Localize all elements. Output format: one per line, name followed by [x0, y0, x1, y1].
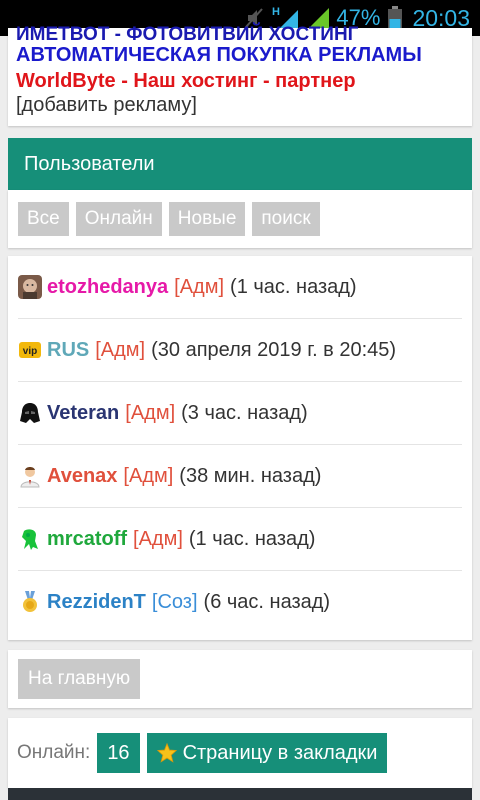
- bookmark-label: Страницу в закладки: [182, 742, 378, 764]
- user-role: [Адм]: [174, 275, 225, 298]
- user-last-seen: (38 мин. назад): [179, 464, 322, 487]
- list-item: Veteran [Адм] (3 час. назад): [18, 382, 462, 445]
- user-role: [Соз]: [151, 590, 198, 613]
- user-nick[interactable]: etozhedanya: [47, 276, 168, 299]
- users-section-title: Пользователи: [8, 138, 472, 190]
- ad-link-worldbyte[interactable]: WorldByte - Наш хостинг - партнер: [16, 70, 356, 93]
- user-nick[interactable]: Veteran: [47, 402, 119, 425]
- user-nick[interactable]: RezzidenT: [47, 591, 146, 614]
- users-list: etozhedanya [Адм] (1 час. назад) vip RUS…: [8, 256, 472, 640]
- home-button[interactable]: На главную: [18, 659, 141, 699]
- home-card: На главную: [8, 650, 472, 708]
- svg-text:vip: vip: [23, 346, 37, 357]
- user-last-seen: (1 час. назад): [188, 527, 316, 550]
- user-last-seen: (1 час. назад): [230, 275, 357, 298]
- tab-new[interactable]: Новые: [168, 202, 246, 236]
- online-card: Онлайн: 16 Страницу в закладки: [8, 718, 472, 788]
- network-type: H: [272, 6, 280, 18]
- ad-link-auto-buy[interactable]: АВТОМАТИЧЕСКАЯ ПОКУПКА РЕКЛАМЫ: [16, 44, 422, 67]
- user-nick[interactable]: mrcatoff: [47, 528, 127, 551]
- bookmark-button[interactable]: Страницу в закладки: [146, 733, 388, 773]
- user-nick[interactable]: Avenax: [47, 465, 117, 488]
- battery-icon: [388, 6, 403, 30]
- user-last-seen: (3 час. назад): [181, 401, 308, 424]
- online-label: Онлайн:: [17, 742, 91, 763]
- tab-search[interactable]: поиск: [252, 202, 320, 236]
- vip-icon: vip: [18, 338, 42, 362]
- user-role: [Адм]: [125, 401, 176, 424]
- list-item: mrcatoff [Адм] (1 час. назад): [18, 508, 462, 571]
- users-tabs: Все Онлайн Новые поиск: [8, 190, 472, 248]
- alien-icon: [18, 527, 42, 551]
- footer-bar: [8, 788, 472, 800]
- user-role: [Адм]: [123, 464, 174, 487]
- user-last-seen: (30 апреля 2019 г. в 20:45): [151, 338, 397, 361]
- medal-icon: [18, 590, 42, 614]
- star-icon: [156, 743, 177, 763]
- avatar-face-icon: [18, 275, 42, 299]
- user-role: [Адм]: [95, 338, 146, 361]
- list-item: RezzidenT [Соз] (6 час. назад): [18, 571, 462, 633]
- tab-all[interactable]: Все: [18, 202, 69, 236]
- tab-online[interactable]: Онлайн: [75, 202, 162, 236]
- list-item: vip RUS [Адм] (30 апреля 2019 г. в 20:45…: [18, 319, 462, 382]
- vader-icon: [18, 401, 42, 425]
- add-ad-link[interactable]: [добавить рекламу]: [16, 94, 197, 117]
- list-item: etozhedanya [Адм] (1 час. назад): [18, 256, 462, 319]
- user-role: [Адм]: [133, 527, 183, 550]
- ad-cut-line[interactable]: ИМЕТВОТ - ФОТОВИТВИЙ ХОСТИНГ: [16, 24, 358, 46]
- user-last-seen: (6 час. назад): [203, 590, 331, 613]
- list-item: Avenax [Адм] (38 мин. назад): [18, 445, 462, 508]
- man-icon: [18, 464, 42, 488]
- online-count-button[interactable]: 16: [97, 733, 140, 773]
- user-nick[interactable]: RUS: [47, 339, 89, 362]
- ads-card: ИМЕТВОТ - ФОТОВИТВИЙ ХОСТИНГ АВТОМАТИЧЕС…: [8, 24, 472, 126]
